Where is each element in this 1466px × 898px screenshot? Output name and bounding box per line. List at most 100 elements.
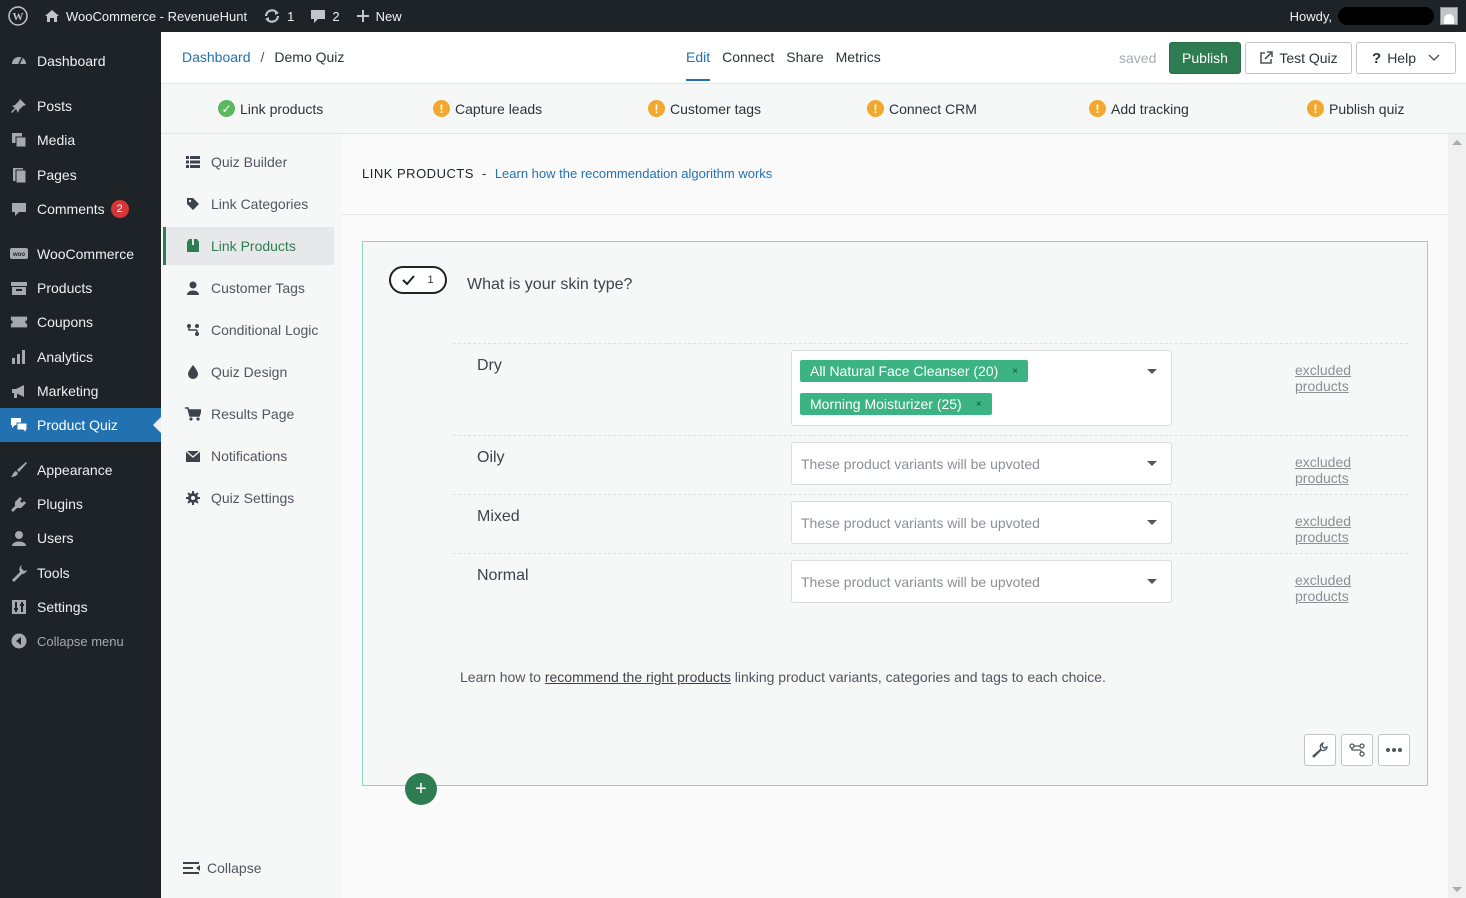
avatar [1440, 7, 1458, 25]
menu-item-coupons[interactable]: Coupons [0, 305, 161, 339]
help-prefix: Learn how to [460, 669, 541, 685]
menu-label: Appearance [37, 462, 113, 478]
wrench-icon [10, 564, 28, 582]
excluded-products-link[interactable]: excluded products [1295, 454, 1408, 486]
section-title-dash: - [481, 166, 487, 181]
subnav-notifications[interactable]: Notifications [163, 437, 334, 475]
question-number-badge[interactable]: 1 [389, 266, 447, 294]
menu-collapse-button[interactable]: Collapse menu [0, 624, 161, 658]
comments-link[interactable]: 2 [302, 0, 347, 32]
subnav-collapse-button[interactable]: Collapse [183, 860, 261, 876]
product-select[interactable]: These product variants will be upvoted [791, 442, 1172, 485]
publish-button[interactable]: Publish [1169, 42, 1241, 74]
subnav-conditional-logic[interactable]: Conditional Logic [163, 311, 334, 349]
menu-item-users[interactable]: Users [0, 521, 161, 555]
branch-icon [1349, 743, 1365, 757]
check-icon [402, 275, 416, 285]
tab-edit[interactable]: Edit [686, 49, 711, 81]
subnav-quiz-builder[interactable]: Quiz Builder [163, 143, 334, 181]
learn-algorithm-link[interactable]: Learn how the recommendation algorithm w… [495, 166, 772, 181]
check-circle-icon: ✓ [218, 100, 235, 117]
remove-tag-icon[interactable]: × [1012, 366, 1018, 377]
tab-connect[interactable]: Connect [722, 49, 774, 81]
caret-down-icon[interactable] [1147, 520, 1157, 525]
breadcrumb-dashboard-link[interactable]: Dashboard [182, 49, 251, 65]
excluded-products-link[interactable]: excluded products [1295, 572, 1408, 604]
excluded-products-link[interactable]: excluded products [1295, 362, 1408, 394]
more-icon [1386, 748, 1402, 752]
excluded-products-link[interactable]: excluded products [1295, 513, 1408, 545]
menu-item-product-quiz[interactable]: Product Quiz [0, 408, 161, 442]
choice-row: Oily These product variants will be upvo… [453, 435, 1408, 494]
menu-item-posts[interactable]: Posts [0, 89, 161, 123]
product-select[interactable]: These product variants will be upvoted [791, 560, 1172, 603]
help-dropdown[interactable]: ? Help [1356, 42, 1456, 74]
choice-label: Mixed [477, 508, 520, 525]
menu-item-dashboard[interactable]: Dashboard [0, 44, 161, 78]
add-question-button[interactable]: + [405, 773, 437, 805]
scroll-up-arrow-icon[interactable] [1452, 140, 1462, 145]
menu-item-comments[interactable]: Comments 2 [0, 192, 161, 226]
box-icon [185, 239, 201, 253]
section-title: LINK PRODUCTS [362, 166, 474, 181]
question-card: 1 What is your skin type? Dry All Natura… [362, 241, 1428, 786]
collapse-icon [10, 632, 28, 650]
subnav-link-products[interactable]: Link Products [163, 227, 334, 265]
site-name-link[interactable]: WooCommerce - RevenueHunt [36, 0, 255, 32]
subnav-quiz-design[interactable]: Quiz Design [163, 353, 334, 391]
step-publish-quiz[interactable]: ! Publish quiz [1307, 100, 1405, 117]
tab-metrics[interactable]: Metrics [836, 49, 881, 81]
menu-item-pages[interactable]: Pages [0, 158, 161, 192]
question-text: What is your skin type? [467, 276, 633, 293]
woo-icon: woo [10, 245, 28, 263]
test-quiz-button[interactable]: Test Quiz [1245, 42, 1352, 74]
section-header: LINK PRODUCTS - Learn how the recommenda… [342, 134, 1448, 215]
menu-item-tools[interactable]: Tools [0, 556, 161, 590]
subnav-quiz-settings[interactable]: Quiz Settings [163, 479, 334, 517]
caret-down-icon[interactable] [1147, 369, 1157, 374]
menu-item-woocommerce[interactable]: woo WooCommerce [0, 237, 161, 271]
wordpress-logo-icon[interactable]: W [0, 0, 36, 32]
logic-button[interactable] [1341, 734, 1373, 766]
product-tag-label: All Natural Face Cleanser (20) [810, 363, 999, 379]
menu-item-products[interactable]: Products [0, 271, 161, 305]
menu-item-plugins[interactable]: Plugins [0, 487, 161, 521]
menu-item-appearance[interactable]: Appearance [0, 453, 161, 487]
menu-item-settings[interactable]: Settings [0, 590, 161, 624]
recommend-products-link[interactable]: recommend the right products [545, 669, 731, 685]
product-select[interactable]: These product variants will be upvoted [791, 501, 1172, 544]
remove-tag-icon[interactable]: × [976, 399, 982, 410]
menu-item-marketing[interactable]: Marketing [0, 374, 161, 408]
step-customer-tags[interactable]: ! Customer tags [648, 100, 761, 117]
my-account[interactable]: Howdy, [1290, 7, 1466, 25]
step-connect-crm[interactable]: ! Connect CRM [867, 100, 977, 117]
wrench-button[interactable] [1304, 734, 1336, 766]
subnav-customer-tags[interactable]: Customer Tags [163, 269, 334, 307]
new-label: New [375, 8, 402, 24]
caret-down-icon[interactable] [1147, 461, 1157, 466]
main-content: LINK PRODUCTS - Learn how the recommenda… [342, 134, 1448, 898]
tab-share[interactable]: Share [786, 49, 823, 81]
menu-item-media[interactable]: Media [0, 123, 161, 157]
menu-label: Products [37, 280, 93, 296]
choice-label: Oily [477, 449, 505, 466]
step-link-products[interactable]: ✓ Link products [218, 100, 323, 117]
warning-icon: ! [433, 100, 450, 117]
new-content-link[interactable]: New [348, 0, 410, 32]
more-options-button[interactable] [1378, 734, 1410, 766]
drop-icon [185, 365, 201, 379]
caret-down-icon[interactable] [1147, 579, 1157, 584]
subnav-link-categories[interactable]: Link Categories [163, 185, 334, 223]
step-capture-leads[interactable]: ! Capture leads [433, 100, 542, 117]
subnav-label: Quiz Builder [211, 154, 288, 170]
updates-link[interactable]: 1 [255, 0, 302, 32]
user-icon [10, 529, 28, 547]
page-scrollbar[interactable] [1448, 134, 1466, 898]
scroll-down-arrow-icon[interactable] [1452, 887, 1462, 892]
step-label: Customer tags [670, 100, 762, 117]
step-add-tracking[interactable]: ! Add tracking [1089, 100, 1189, 117]
subnav-results-page[interactable]: Results Page [163, 395, 334, 433]
menu-item-analytics[interactable]: Analytics [0, 340, 161, 374]
product-select[interactable]: All Natural Face Cleanser (20) × Morning… [791, 350, 1172, 426]
breadcrumb-separator: / [260, 49, 265, 65]
